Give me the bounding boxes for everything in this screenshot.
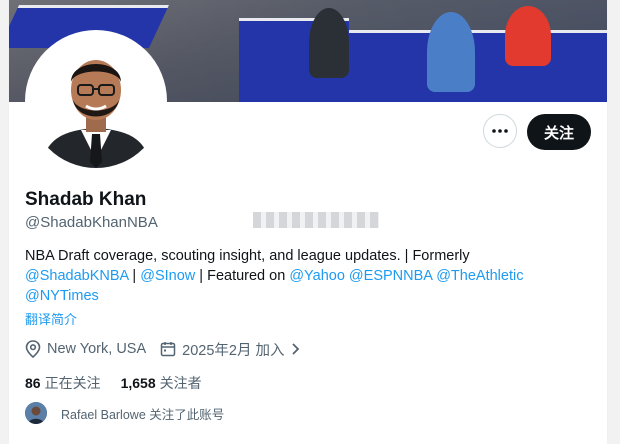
joined-item[interactable]: 2025年2月 加入 <box>160 339 306 360</box>
profile-name: Shadab Khan <box>25 189 147 210</box>
translate-bio-link[interactable]: 翻译简介 <box>25 309 77 328</box>
follower-avatar-image <box>25 402 47 424</box>
bio-mention-shadabknba[interactable]: @ShadabKNBA <box>25 268 128 284</box>
banner-person-3 <box>505 6 551 66</box>
joined-text: 2025年2月 加入 <box>182 342 285 359</box>
avatar-portrait <box>29 34 163 168</box>
profile-avatar[interactable] <box>25 30 167 172</box>
followed-by-text: Rafael Barlowe 关注了此账号 <box>61 407 225 422</box>
profile-stats: 86 正在关注 1,658 关注者 <box>25 373 222 393</box>
banner-table-right <box>349 30 607 102</box>
more-options-button[interactable] <box>483 114 517 148</box>
bio-text-featured: | Featured on <box>195 268 290 284</box>
profile-meta: New York, USA 2025年2月 加入 <box>25 339 321 359</box>
bio-separator: | <box>128 268 141 284</box>
redacted-bar <box>253 212 379 228</box>
banner-person-1 <box>309 8 349 78</box>
followers-label: 关注者 <box>159 375 202 391</box>
bio-mention-nytimes[interactable]: @NYTimes <box>25 288 99 304</box>
avatar-photo <box>29 34 163 168</box>
bio-mention-yahoo[interactable]: @Yahoo <box>289 268 345 284</box>
bio-text: NBA Draft coverage, scouting insight, an… <box>25 248 470 264</box>
profile-handle: @ShadabKhanNBA <box>25 214 158 231</box>
more-horizontal-icon <box>492 129 508 133</box>
follow-button[interactable]: 关注 <box>527 114 591 150</box>
banner-person-2 <box>427 12 475 92</box>
bio-mention-sinow[interactable]: @SInow <box>140 268 195 284</box>
profile-card: 关注 Shadab Khan @ShadabKhanNBA NBA Draft … <box>8 0 608 444</box>
followers-count: 1,658 <box>120 375 156 391</box>
bio-mention-theathletic[interactable]: @TheAthletic <box>436 268 523 284</box>
following-stat[interactable]: 86 正在关注 <box>25 373 101 393</box>
followed-by[interactable]: Rafael Barlowe 关注了此账号 <box>25 402 224 424</box>
location-pin-icon <box>25 340 41 358</box>
profile-bio: NBA Draft coverage, scouting insight, an… <box>25 246 585 306</box>
following-label: 正在关注 <box>44 375 101 391</box>
follower-avatar <box>25 402 47 424</box>
calendar-icon <box>160 342 176 357</box>
chevron-right-icon <box>291 343 299 355</box>
bio-mention-espnnba[interactable]: @ESPNNBA <box>349 268 432 284</box>
location-text: New York, USA <box>47 341 147 357</box>
location-item: New York, USA <box>25 340 146 358</box>
followers-stat[interactable]: 1,658 关注者 <box>121 373 202 393</box>
following-count: 86 <box>25 375 41 391</box>
